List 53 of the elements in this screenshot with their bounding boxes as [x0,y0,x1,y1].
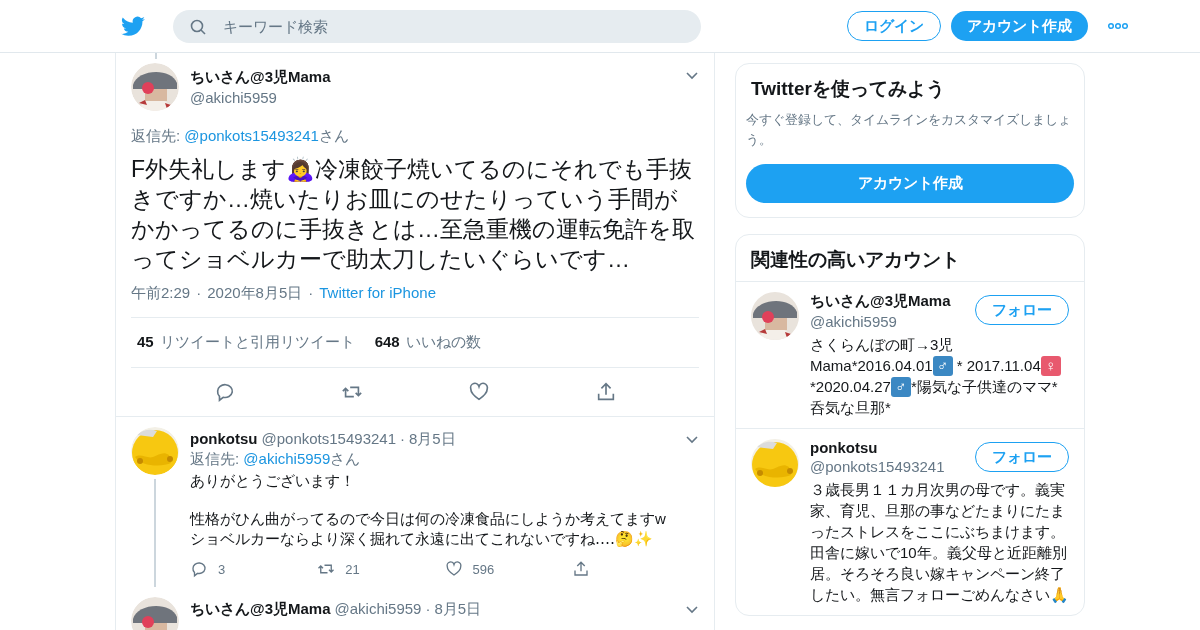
display-name: ちいさん@3児Mama [810,292,952,311]
stat-link[interactable]: 648 いいねの数 [374,333,481,352]
bio-text: さくらんぼの町→3児Mama*2016.04.01 ♂ * 2017.11.04 ♀ *2020.04.27 ♂ *陽気な子供達のママ*呑気な旦那* [810,334,1069,418]
tweet-text-line: ショベルカーならより深く掘れて永遠に出てこれないですね‥‥🤔✨ [190,529,655,549]
search-field[interactable]: キーワード検索 [173,9,701,43]
reply-icon[interactable] [190,560,208,578]
bird-logo[interactable] [120,13,146,39]
separator-dot: · [425,600,431,617]
display-name: ponkotsu [810,439,879,456]
action-count: 21 [345,561,360,577]
timestamp: 8月5日 [434,600,482,619]
reply-to-text: 返信先: @ponkots15493241さん [131,127,350,146]
username-link[interactable]: @akichi5959 [243,450,331,467]
chevron-icon[interactable] [685,435,699,444]
action-count: 596 [472,561,495,577]
login-button[interactable]: ログイン [847,11,941,41]
follow-button[interactable]: フォロー [975,442,1069,472]
card-title: 関連性の高いアカウント [750,248,961,272]
card-title: Twitterを使ってみよう [750,77,946,101]
search-icon [190,18,206,35]
tweet-text-line: ありがとうございます！ [190,471,356,491]
heart-icon[interactable] [467,381,490,403]
chevron-icon[interactable] [685,71,699,80]
display-name: ちいさん@3児Mama [190,68,331,87]
separator-dot: · [400,430,405,447]
tweet-text: F外失礼します🙇‍♀冷凍餃子焼いてるのにそれでも手抜きですか…焼いたりお皿にのせたりっていう手間がかかってるのに手抜きとは…至急重機の運転免許を取ってショベルカーで助太刀したいぐらいです… [131,155,696,274]
reply-to-text: 返信先: @akichi5959さん [190,450,362,469]
bio-text: ３歳長男１１カ月次男の母です。義実家、育児、旦那の事などたまりにたまったストレスをここにぶちまけます。田舎に嫁いで10年。義父母と近距離別居。そろそろ良い嫁キャンペーン終了したい。無言フォローごめんなさい🙏 [810,480,1069,605]
card-text: 今すぐ登録して、タイムラインをカスタマイズしましょう。 [745,111,1072,149]
username: @akichi5959 [190,89,278,106]
chevron-icon[interactable] [685,605,699,614]
timestamp: 2020年8月5日 [207,284,303,303]
username: @ponkots15493241 [261,430,396,447]
separator-dot: · [308,284,314,303]
source-link[interactable]: Twitter for iPhone [319,284,436,303]
username: @akichi5959 [334,600,422,617]
heart-icon[interactable] [444,560,463,578]
username: @ponkots15493241 [810,458,946,475]
stat-link[interactable]: 45 リツイートと引用リツイート [137,333,355,352]
share-icon[interactable] [571,560,590,578]
tweet-text-line: 性格がひん曲がってるので今日は何の冷凍食品にしようか考えてますw [190,509,667,529]
username: @akichi5959 [810,313,898,330]
action-count: 3 [218,561,226,577]
timestamp: 8月5日 [409,430,456,449]
signup-button[interactable]: アカウント作成 [951,11,1088,41]
username-link[interactable]: @ponkots15493241 [184,127,319,144]
more-icon[interactable] [1108,22,1128,30]
separator-dot: · [196,284,202,303]
signup-button[interactable]: アカウント作成 [746,164,1074,203]
display-name: ちいさん@3児Mama [190,600,331,619]
display-name: ponkotsu [190,430,258,447]
timestamp: 午前2:29 [131,284,191,303]
follow-button[interactable]: フォロー [975,295,1069,325]
